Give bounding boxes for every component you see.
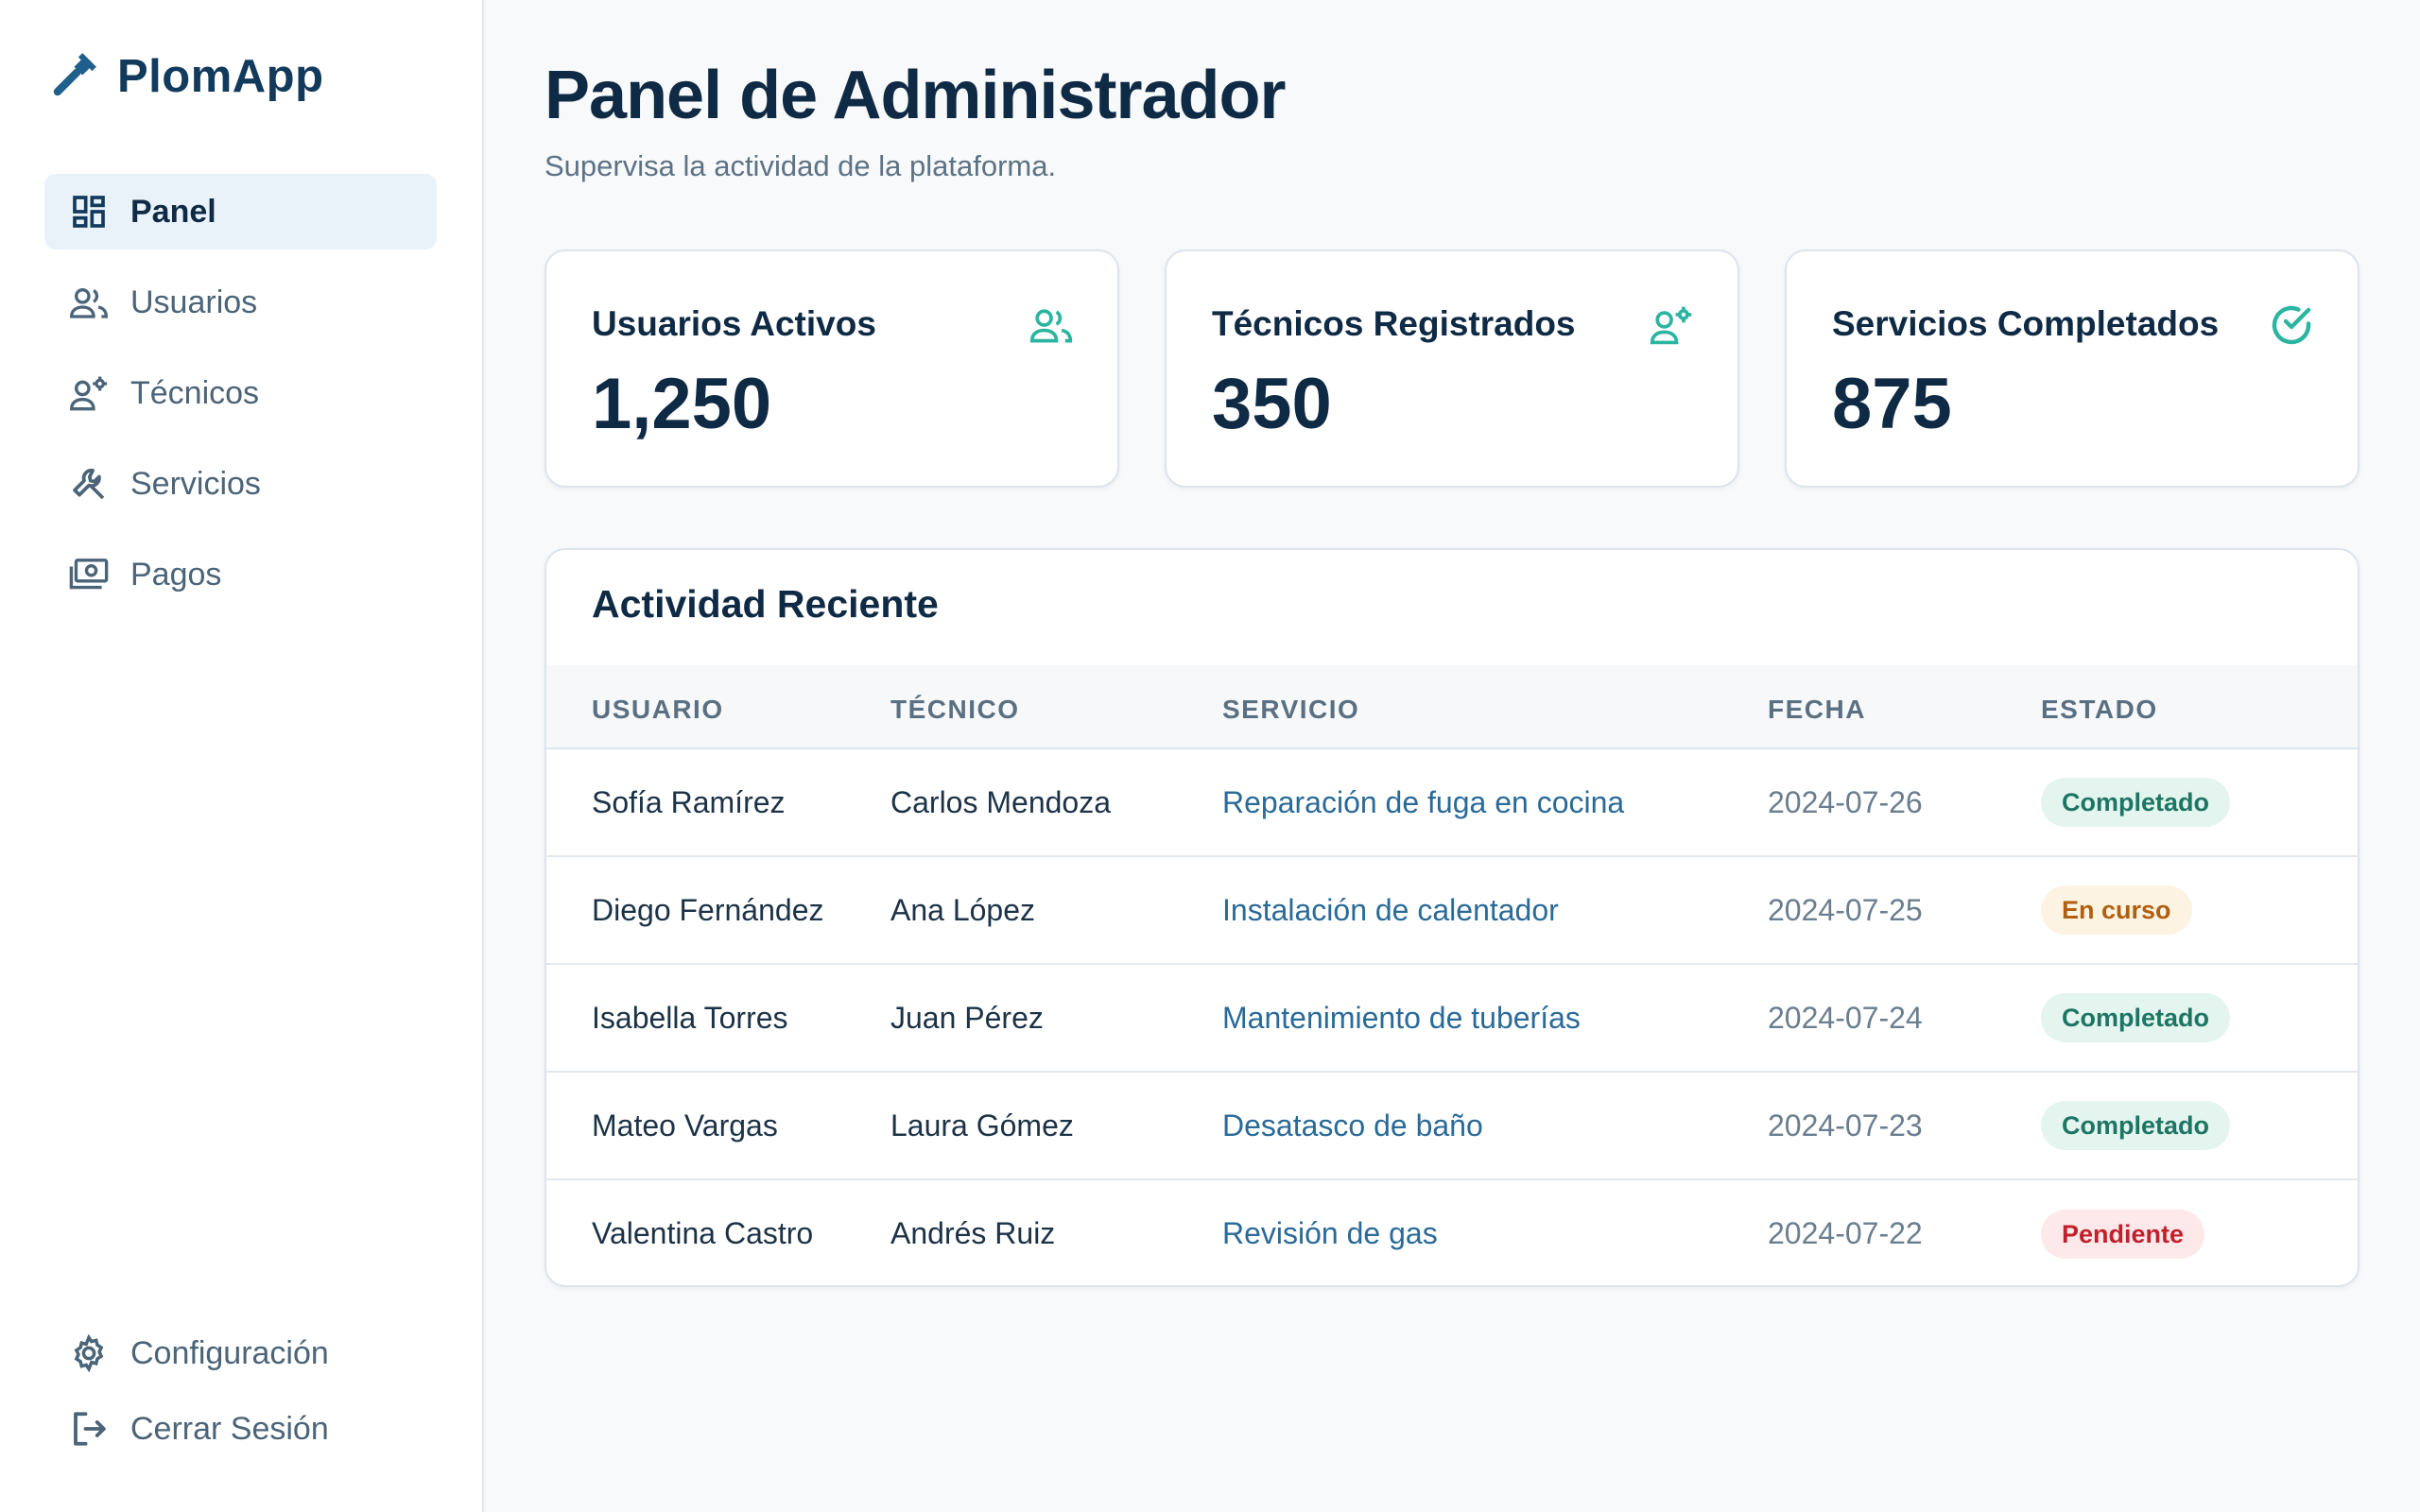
cell-tech: Andrés Ruiz [890, 1216, 1056, 1250]
page-title: Panel de Administrador [544, 58, 1286, 133]
stat-label: Usuarios Activos [592, 304, 876, 343]
sidebar-bottom: Configuración Cerrar Sesión [44, 1315, 437, 1467]
stat-label: Técnicos Registrados [1212, 304, 1576, 343]
cell-service-link[interactable]: Desatasco de baño [1222, 1072, 1768, 1179]
users-icon [68, 282, 110, 323]
stat-label: Servicios Completados [1832, 304, 2220, 343]
sidebar-item-label: Servicios [130, 465, 261, 502]
cell-tech: Juan Pérez [890, 1000, 1044, 1035]
table-row[interactable]: Sofía Ramírez Carlos Mendoza Reparación … [546, 748, 2358, 856]
sidebar-item-pagos[interactable]: Pagos [44, 537, 437, 612]
cell-service-link[interactable]: Reparación de fuga en cocina [1222, 748, 1768, 856]
stats-row: Usuarios Activos 1,250 Técnicos Registra… [544, 249, 2360, 488]
status-badge: Completado [2041, 993, 2231, 1042]
sidebar-item-label: Usuarios [130, 284, 258, 320]
cell-status: Completado [2041, 964, 2358, 1072]
column-header-usuario[interactable]: USUARIO [546, 665, 890, 748]
cell-service-link[interactable]: Mantenimiento de tuberías [1222, 964, 1768, 1072]
sidebar-item-label: Cerrar Sesión [130, 1410, 329, 1447]
column-header-tecnico[interactable]: TÉCNICO [890, 665, 1222, 748]
cell-status: Pendiente [2041, 1179, 2358, 1285]
technician-icon [1650, 306, 1692, 345]
cell-user: Diego Fernández [592, 892, 824, 927]
column-header-servicio[interactable]: SERVICIO [1222, 665, 1768, 748]
table-row[interactable]: Valentina Castro Andrés Ruiz Revisión de… [546, 1179, 2358, 1285]
sidebar-item-label: Configuración [130, 1334, 329, 1371]
table-header-row: USUARIO TÉCNICO SERVICIO FECHA ESTADO [546, 665, 2358, 748]
sidebar-item-panel[interactable]: Panel [44, 174, 437, 249]
cell-user: Mateo Vargas [592, 1108, 778, 1143]
stat-value: 350 [1212, 364, 1332, 444]
table-row[interactable]: Isabella Torres Juan Pérez Mantenimiento… [546, 964, 2358, 1072]
cell-date: 2024-07-23 [1768, 1108, 1923, 1143]
cell-service-link[interactable]: Revisión de gas [1222, 1179, 1768, 1285]
cell-tech: Carlos Mendoza [890, 784, 1111, 819]
stat-card-servicios-completados: Servicios Completados 875 [1785, 249, 2360, 488]
table-row[interactable]: Diego Fernández Ana López Instalación de… [546, 856, 2358, 964]
stat-card-usuarios-activos: Usuarios Activos 1,250 [544, 249, 1119, 488]
payments-icon [68, 554, 110, 595]
recent-activity-card: Actividad Reciente USUARIO TÉCNICO SERVI… [544, 548, 2360, 1287]
sidebar-item-label: Pagos [130, 556, 222, 593]
cell-date: 2024-07-25 [1768, 892, 1923, 927]
cell-date: 2024-07-24 [1768, 1000, 1923, 1035]
table-row[interactable]: Mateo Vargas Laura Gómez Desatasco de ba… [546, 1072, 2358, 1179]
page-subtitle: Supervisa la actividad de la plataforma. [544, 149, 1057, 182]
sidebar-nav: Panel Usuarios Técnicos Servicios Pagos [44, 174, 437, 627]
sidebar-item-cerrar-sesion[interactable]: Cerrar Sesión [44, 1391, 437, 1467]
app-name: PlomApp [117, 51, 324, 102]
wrench-icon [53, 53, 96, 96]
status-badge: Pendiente [2041, 1209, 2205, 1259]
sidebar: PlomApp Panel Usuarios Técnicos Servicio… [0, 0, 484, 1512]
gear-icon [68, 1332, 110, 1374]
cell-user: Valentina Castro [592, 1216, 814, 1250]
activity-table: USUARIO TÉCNICO SERVICIO FECHA ESTADO So… [546, 665, 2358, 1285]
dashboard-icon [68, 191, 110, 232]
sidebar-item-label: Panel [130, 193, 216, 230]
status-badge: Completado [2041, 778, 2231, 827]
stat-card-tecnicos-registrados: Técnicos Registrados 350 [1165, 249, 1739, 488]
cell-user: Sofía Ramírez [592, 784, 786, 819]
cell-status: Completado [2041, 1072, 2358, 1179]
brand[interactable]: PlomApp [49, 49, 324, 104]
check-circle-icon [2272, 305, 2311, 345]
section-title: Actividad Reciente [592, 582, 939, 626]
cell-date: 2024-07-22 [1768, 1216, 1923, 1250]
column-header-fecha[interactable]: FECHA [1768, 665, 2041, 748]
wrench-icon [68, 463, 110, 505]
stat-value: 875 [1832, 364, 1952, 444]
cell-tech: Laura Gómez [890, 1108, 1074, 1143]
column-header-estado[interactable]: ESTADO [2041, 665, 2358, 748]
status-badge: Completado [2041, 1101, 2231, 1150]
sidebar-item-configuracion[interactable]: Configuración [44, 1315, 437, 1391]
sidebar-item-label: Técnicos [130, 374, 260, 411]
cell-tech: Ana López [890, 892, 1036, 927]
users-icon [1029, 309, 1073, 343]
technician-icon [68, 372, 110, 414]
sidebar-item-usuarios[interactable]: Usuarios [44, 265, 437, 340]
cell-date: 2024-07-26 [1768, 784, 1923, 819]
sidebar-item-tecnicos[interactable]: Técnicos [44, 355, 437, 431]
cell-status: En curso [2041, 856, 2358, 964]
status-badge: En curso [2041, 885, 2192, 935]
logout-icon [68, 1408, 110, 1450]
sidebar-item-servicios[interactable]: Servicios [44, 446, 437, 522]
cell-status: Completado [2041, 748, 2358, 856]
stat-value: 1,250 [592, 364, 772, 444]
cell-service-link[interactable]: Instalación de calentador [1222, 856, 1768, 964]
cell-user: Isabella Torres [592, 1000, 788, 1035]
